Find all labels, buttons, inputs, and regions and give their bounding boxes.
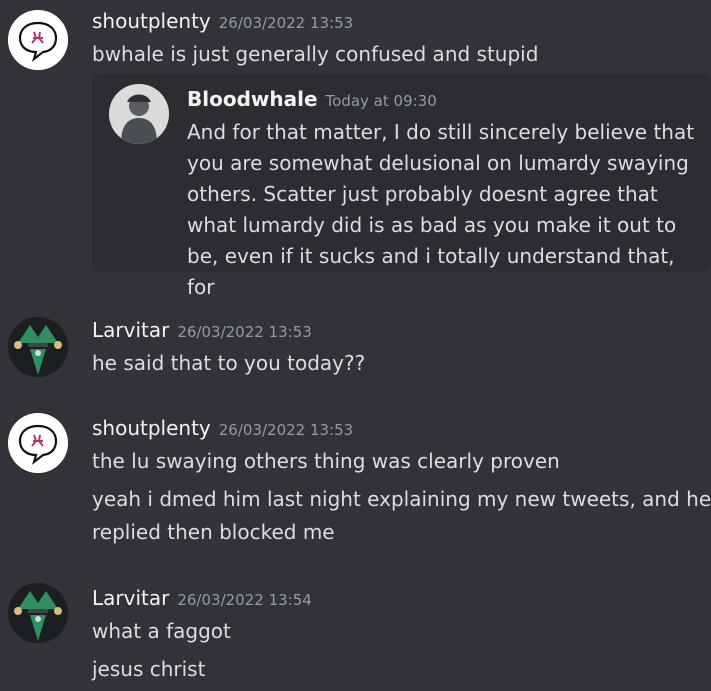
- embed-text: And for that matter, I do still sincerel…: [187, 120, 695, 299]
- message-timestamp: 26/03/2022 13:53: [218, 14, 354, 32]
- message-text: replied then blocked me: [92, 520, 335, 544]
- speech-bubble-avatar-icon: [8, 10, 68, 70]
- message-author[interactable]: shoutplenty 26/03/2022 13:53: [92, 416, 353, 440]
- message-author[interactable]: shoutplenty 26/03/2022 13:53: [92, 9, 353, 33]
- embed-timestamp: Today at 09:30: [325, 92, 437, 110]
- message-text: jesus christ: [92, 657, 206, 681]
- message-timestamp: 26/03/2022 13:53: [177, 323, 312, 341]
- message-text: yeah i dmed him last night explaining my…: [92, 487, 711, 511]
- avatar[interactable]: [8, 317, 68, 377]
- message-author[interactable]: Larvitar 26/03/2022 13:54: [92, 586, 312, 610]
- reply-embed[interactable]: Bloodwhale Today at 09:30 And for that ma…: [92, 74, 711, 299]
- message-timestamp: 26/03/2022 13:53: [218, 421, 354, 439]
- message-text: bwhale is just generally confused and st…: [92, 42, 539, 66]
- jester-avatar-icon: [8, 583, 68, 643]
- jester-avatar-icon: [8, 317, 68, 377]
- message-timestamp: 26/03/2022 13:54: [177, 591, 312, 609]
- message-author[interactable]: Larvitar 26/03/2022 13:53: [92, 318, 312, 342]
- avatar[interactable]: [8, 10, 68, 70]
- message-text: the lu swaying others thing was clearly …: [92, 449, 560, 473]
- message-text: what a faggot: [92, 619, 231, 643]
- embed-author[interactable]: Bloodwhale Today at 09:30: [187, 87, 437, 111]
- message-text: he said that to you today??: [92, 351, 366, 375]
- person-photo-icon: [109, 84, 169, 144]
- avatar[interactable]: [8, 583, 68, 643]
- embed-avatar[interactable]: [109, 84, 169, 144]
- avatar[interactable]: [8, 413, 68, 473]
- speech-bubble-avatar-icon: [8, 413, 68, 473]
